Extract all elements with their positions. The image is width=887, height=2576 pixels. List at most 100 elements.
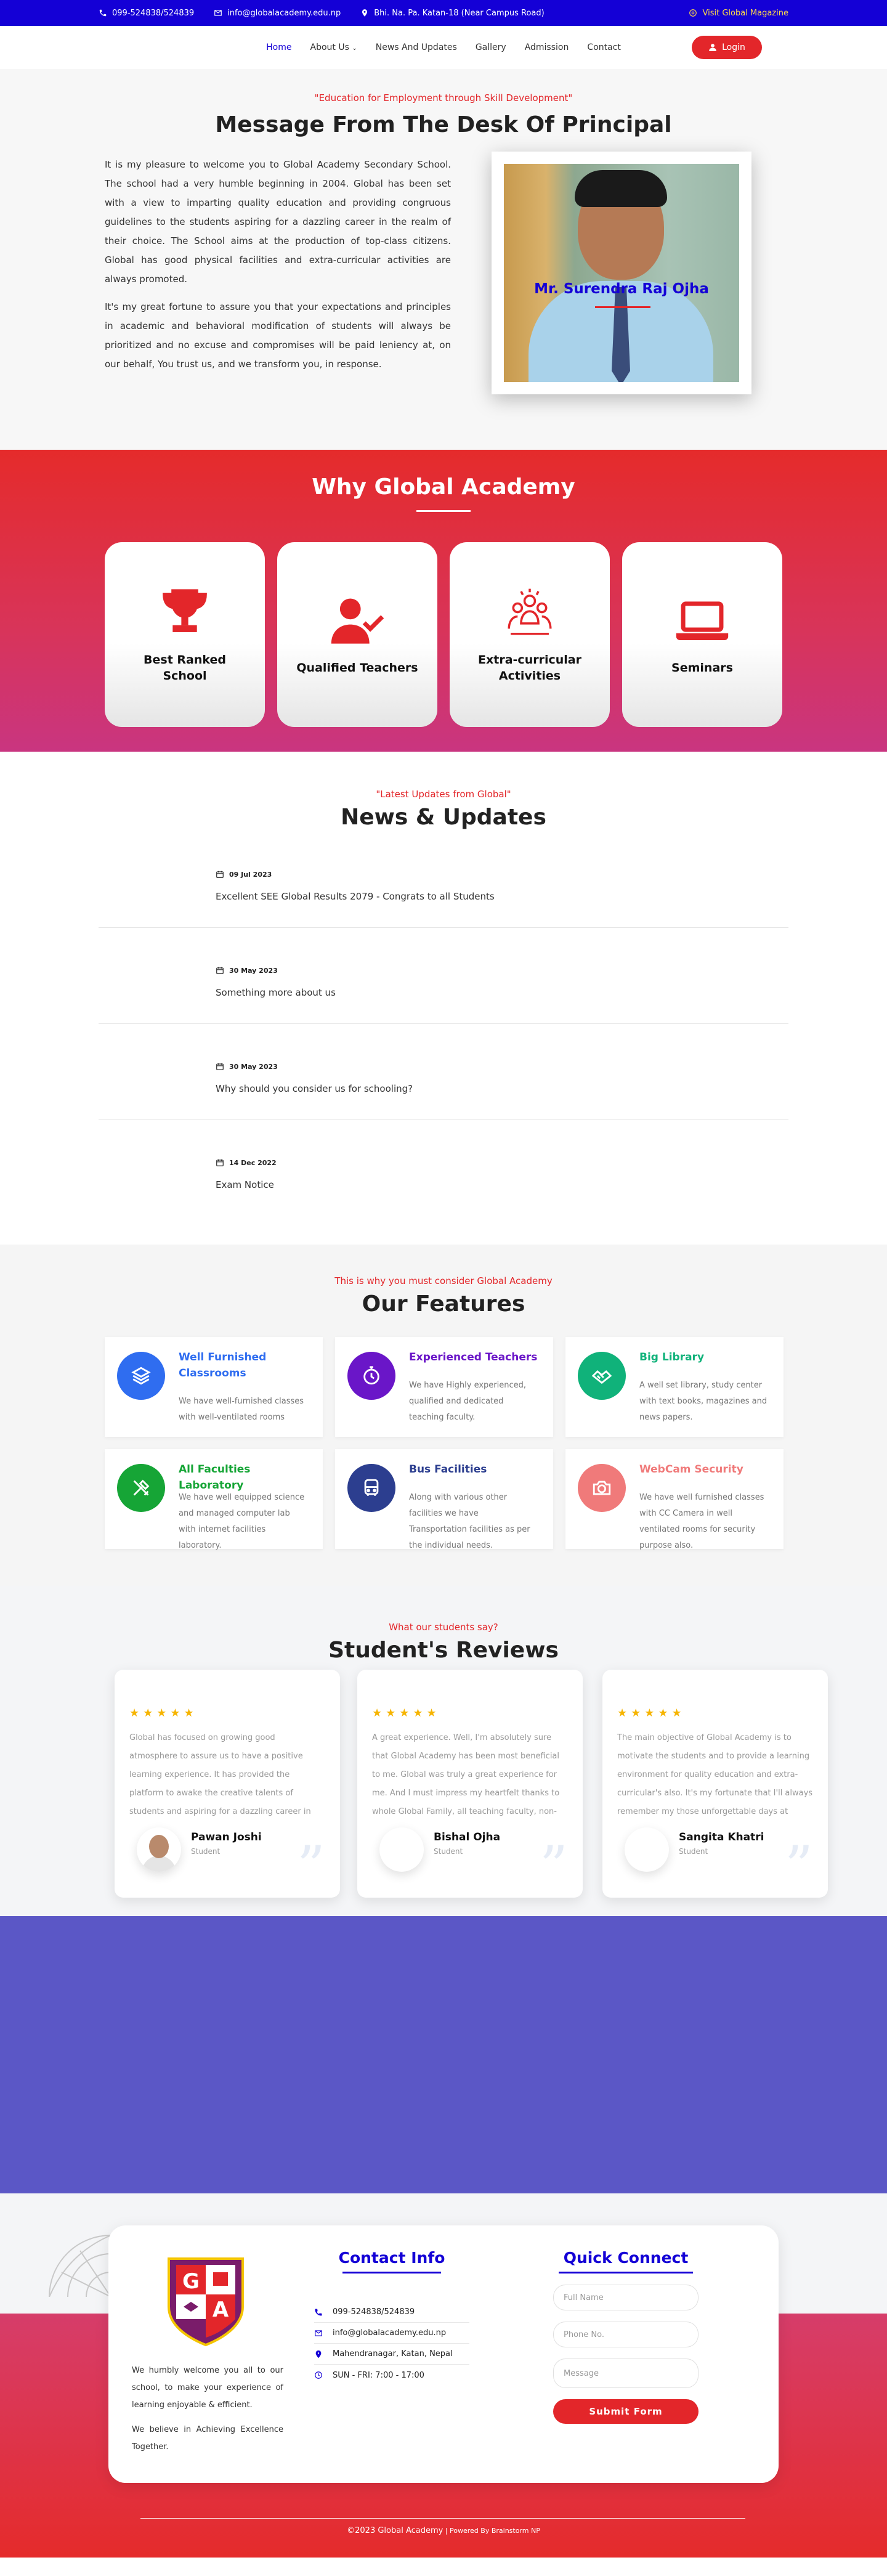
topbar-email[interactable]: info@globalacademy.edu.np (214, 9, 341, 18)
news-date: 14 Dec 2022 (216, 1158, 277, 1167)
feature-name: All Faculties Laboratory (179, 1463, 251, 1492)
review-card[interactable]: ★★★★★ The main objective of Global Acade… (602, 1670, 828, 1898)
why-title-underline (416, 510, 471, 512)
contact-phone[interactable]: 099-524838/524839 (314, 2302, 469, 2323)
reviewer-name: Pawan Joshi (191, 1831, 262, 1843)
nav-item-news[interactable]: News And Updates (376, 43, 457, 52)
quick-connect-underline (559, 2272, 693, 2273)
login-button[interactable]: Login (692, 36, 762, 59)
reviews-section: What our students say? Student's Reviews… (0, 1586, 887, 1916)
review-card[interactable]: ★★★★★ A great experience. Well, I'm abso… (357, 1670, 583, 1898)
contact-address: Mahendranagar, Katan, Nepal (314, 2344, 469, 2365)
message-input[interactable]: Message (553, 2359, 699, 2388)
footer-about-motto: We believe in Achieving Excellence Toget… (132, 2425, 283, 2452)
topbar-phone-text: 099-524838/524839 (112, 8, 195, 18)
email-icon (214, 10, 222, 16)
footer-about-text: We humbly welcome you all to our school,… (132, 2366, 283, 2410)
news-item[interactable]: 30 May 2023 Something more about us (99, 928, 788, 1024)
principal-name: Mr. Surendra Raj Ojha (534, 281, 709, 297)
features-section: This is why you must consider Global Aca… (0, 1245, 887, 1586)
contact-list: 099-524838/524839 info@globalacademy.edu… (314, 2302, 469, 2386)
feature-name: Experienced Teachers (409, 1351, 538, 1363)
quote-icon: ” (296, 1834, 325, 1899)
avatar (137, 1827, 181, 1872)
news-item[interactable]: 14 Dec 2022 Exam Notice (99, 1120, 788, 1216)
quote-icon: ” (784, 1834, 813, 1899)
reviews-title: Student's Reviews (328, 1638, 559, 1663)
contact-email[interactable]: info@globalacademy.edu.np (314, 2323, 469, 2344)
news-date: 30 May 2023 (216, 1062, 278, 1071)
nav-item-contact[interactable]: Contact (587, 43, 620, 52)
contact-info-underline (342, 2272, 441, 2273)
feature-name: Big Library (639, 1351, 705, 1363)
tools-icon (117, 1464, 165, 1512)
why-card-label: Extra-curricular Activities (478, 653, 581, 683)
topbar-phone[interactable]: 099-524838/524839 (99, 9, 194, 18)
location-icon (362, 9, 368, 17)
news-title-link[interactable]: Something more about us (216, 987, 336, 998)
full-name-input[interactable]: Full Name (553, 2285, 699, 2310)
blue-banner (0, 1916, 887, 2193)
why-card-seminars: Seminars (622, 542, 782, 727)
layers-icon (117, 1352, 165, 1400)
principal-name-underline (595, 306, 650, 308)
why-card-best-ranked: Best Ranked School (105, 542, 265, 727)
news-item[interactable]: 30 May 2023 Why should you consider us f… (99, 1024, 788, 1120)
user-icon (709, 44, 716, 51)
topbar-address: Bhi. Na. Pa. Katan-18 (Near Campus Road) (360, 9, 545, 18)
main-nav: Home About Us ⌄ News And Updates Gallery… (0, 26, 887, 69)
contact-phone-text: 099-524838/524839 (333, 2307, 415, 2317)
phone-input[interactable]: Phone No. (553, 2322, 699, 2347)
principal-tagline: "Education for Employment through Skill … (314, 92, 573, 104)
nav-item-home[interactable]: Home (266, 43, 291, 52)
principal-paragraph-2: It's my great fortune to assure you that… (105, 301, 451, 370)
feature-card: Well Furnished Classrooms We have well-f… (105, 1337, 323, 1437)
news-title: News & Updates (341, 805, 546, 830)
copyright: ©2023 Global Academy | Powered By Brains… (0, 2526, 887, 2535)
visit-magazine-link[interactable]: Visit Global Magazine (689, 9, 788, 18)
feature-name: Well Furnished Classrooms (179, 1351, 267, 1379)
news-date-text: 09 Jul 2023 (229, 870, 272, 879)
footer-divider (140, 2518, 745, 2519)
news-date: 09 Jul 2023 (216, 870, 272, 879)
stopwatch-icon (347, 1352, 395, 1400)
news-item[interactable]: 09 Jul 2023 Excellent SEE Global Results… (99, 832, 788, 928)
handshake-icon (578, 1352, 626, 1400)
news-date-text: 30 May 2023 (229, 1062, 278, 1071)
feature-card: Big Library A well set library, study ce… (565, 1337, 784, 1437)
contact-hours-text: SUN - FRI: 7:00 - 17:00 (333, 2370, 424, 2380)
why-section: Why Global Academy Best Ranked School Qu… (0, 450, 887, 752)
calendar-icon (216, 1063, 224, 1070)
contact-hours: SUN - FRI: 7:00 - 17:00 (314, 2365, 469, 2386)
phone-icon (99, 9, 107, 17)
why-card-label: Seminars (671, 661, 733, 675)
feature-card: All Faculties Laboratory We have well eq… (105, 1449, 323, 1550)
nav-menu: Home About Us ⌄ News And Updates Gallery… (266, 43, 621, 52)
review-card[interactable]: ★★★★★ Global has focused on growing good… (115, 1670, 340, 1898)
principal-section: "Education for Employment through Skill … (0, 69, 887, 450)
feature-desc: We have Highly experienced, qualified an… (409, 1381, 527, 1422)
feature-name: WebCam Security (639, 1463, 743, 1476)
powered-by-link[interactable]: | Powered By Brainstorm NP (443, 2527, 540, 2535)
news-title-link[interactable]: Exam Notice (216, 1179, 274, 1190)
nav-item-about[interactable]: About Us ⌄ (310, 43, 357, 52)
submit-form-button[interactable]: Submit Form (553, 2399, 699, 2424)
topbar-email-text: info@globalacademy.edu.np (227, 8, 341, 18)
calendar-icon (216, 1159, 224, 1166)
rating-stars: ★★★★★ (617, 1707, 686, 1720)
nav-item-gallery[interactable]: Gallery (476, 43, 506, 52)
reviews-tagline: What our students say? (389, 1622, 498, 1633)
news-title-link[interactable]: Excellent SEE Global Results 2079 - Cong… (216, 891, 495, 902)
location-icon (315, 2350, 322, 2358)
features-tagline: This is why you must consider Global Aca… (334, 1275, 553, 1286)
footer-card: G A We humbly welcome you all to our sch… (108, 2225, 779, 2483)
why-card-extra-curricular: Extra-curricular Activities (450, 542, 610, 727)
svg-text:G: G (182, 2269, 200, 2294)
nav-item-admission[interactable]: Admission (525, 43, 569, 52)
principal-photo-card (492, 152, 751, 394)
principal-paragraph-1: It is my pleasure to welcome you to Glob… (105, 159, 451, 285)
school-logo: G A (168, 2257, 244, 2347)
review-text: A great experience. Well, I'm absolutely… (372, 1733, 560, 1816)
news-title-link[interactable]: Why should you consider us for schooling… (216, 1083, 413, 1094)
why-title: Why Global Academy (312, 474, 575, 500)
